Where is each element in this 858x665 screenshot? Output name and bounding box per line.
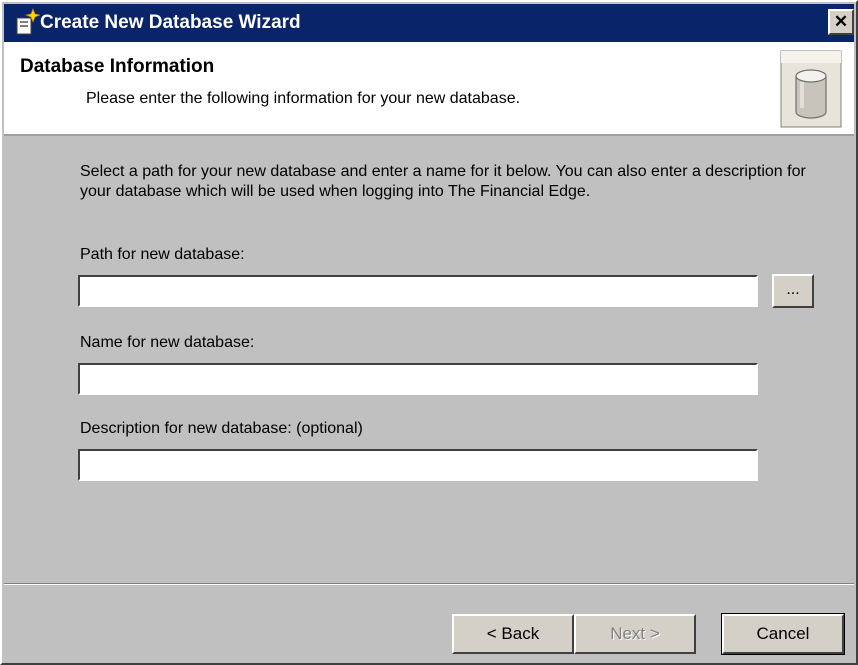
description-label: Description for new database: (optional): [80, 420, 363, 437]
title-bar: Create New Database Wizard ✕: [4, 4, 854, 42]
footer-separator: [4, 583, 854, 585]
path-input[interactable]: [78, 275, 758, 307]
name-input[interactable]: [78, 363, 758, 395]
next-button[interactable]: Next >: [574, 614, 696, 654]
browse-button[interactable]: ...: [772, 274, 814, 308]
cancel-button[interactable]: Cancel: [721, 613, 845, 655]
wizard-wand-icon: [14, 8, 42, 36]
path-label: Path for new database:: [80, 246, 245, 263]
close-button[interactable]: ✕: [828, 9, 854, 35]
instructions-text: Select a path for your new database and …: [80, 163, 806, 200]
close-icon: ✕: [833, 12, 849, 31]
database-cylinder-icon: [780, 50, 842, 128]
window-title: Create New Database Wizard: [40, 12, 301, 33]
name-label: Name for new database:: [80, 334, 255, 351]
page-subtitle: Please enter the following information f…: [86, 90, 521, 107]
wizard-window: Create New Database Wizard ✕ Database In…: [0, 0, 858, 665]
description-input[interactable]: [78, 449, 758, 481]
wizard-header: Database Information Please enter the fo…: [4, 42, 854, 136]
page-title: Database Information: [20, 56, 215, 77]
back-button[interactable]: < Back: [452, 614, 574, 654]
